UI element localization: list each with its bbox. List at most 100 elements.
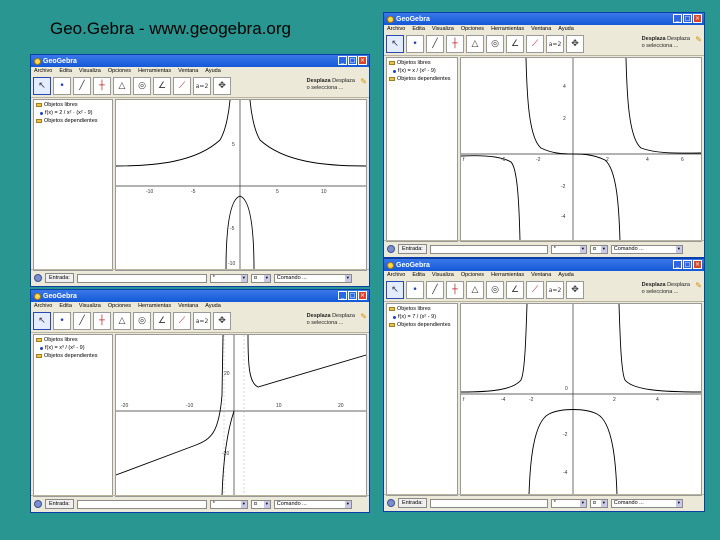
- menu-opciones[interactable]: Opciones: [108, 68, 131, 74]
- graphics-view[interactable]: f -6 -2 2 4 6 4 2 -2 -4: [460, 57, 702, 242]
- menu-visualiza[interactable]: Visualiza: [79, 68, 101, 74]
- symbol-select[interactable]: * ▼: [209, 499, 248, 509]
- move-view-tool-icon[interactable]: ✥: [213, 312, 231, 330]
- menu-ayuda[interactable]: Ayuda: [558, 272, 574, 278]
- input-field[interactable]: [429, 244, 548, 254]
- command-select[interactable]: Comando ... ▼: [610, 498, 683, 508]
- command-select[interactable]: Comando ... ▼: [273, 273, 352, 283]
- maximize-button[interactable]: □: [683, 14, 692, 23]
- menu-visualiza[interactable]: Visualiza: [432, 272, 454, 278]
- angle-tool-icon[interactable]: ∠: [506, 35, 524, 53]
- title-bar[interactable]: GeoGebra _ □ ×: [31, 290, 369, 302]
- pointer-tool-icon[interactable]: ↖: [33, 77, 51, 95]
- point-tool-icon[interactable]: •: [53, 77, 71, 95]
- polygon-tool-icon[interactable]: △: [113, 77, 131, 95]
- dependent-objects-folder[interactable]: Objetos dependientes: [36, 353, 110, 359]
- function-row[interactable]: f(x) = x³ / (x² - 9): [36, 345, 110, 351]
- perpendicular-tool-icon[interactable]: ┼: [93, 77, 111, 95]
- command-select[interactable]: Comando ... ▼: [273, 499, 352, 509]
- polygon-tool-icon[interactable]: △: [466, 35, 484, 53]
- command-select[interactable]: Comando ... ▼: [610, 244, 683, 254]
- slider-tool-icon[interactable]: a=2: [193, 312, 211, 330]
- help-icon[interactable]: ✎: [695, 35, 702, 44]
- free-objects-folder[interactable]: Objetos libres: [389, 306, 455, 312]
- line-tool-icon[interactable]: ╱: [73, 312, 91, 330]
- angle-tool-icon[interactable]: ∠: [153, 312, 171, 330]
- dependent-objects-folder[interactable]: Objetos dependientes: [389, 76, 455, 82]
- pointer-tool-icon[interactable]: ↖: [33, 312, 51, 330]
- menu-herramientas[interactable]: Herramientas: [491, 26, 524, 32]
- point-tool-icon[interactable]: •: [406, 281, 424, 299]
- menu-herramientas[interactable]: Herramientas: [138, 303, 171, 309]
- minimize-button[interactable]: _: [673, 260, 682, 269]
- free-objects-folder[interactable]: Objetos libres: [36, 337, 110, 343]
- perpendicular-tool-icon[interactable]: ┼: [93, 312, 111, 330]
- slider-tool-icon[interactable]: a=2: [193, 77, 211, 95]
- move-view-tool-icon[interactable]: ✥: [566, 281, 584, 299]
- function-row[interactable]: f(x) = 2 / x² · (x² - 9): [36, 110, 110, 116]
- menu-archivo[interactable]: Archivo: [387, 272, 405, 278]
- maximize-button[interactable]: □: [348, 291, 357, 300]
- reflect-tool-icon[interactable]: ⟋: [173, 77, 191, 95]
- menu-opciones[interactable]: Opciones: [108, 303, 131, 309]
- help-icon[interactable]: ✎: [360, 312, 367, 321]
- menu-visualiza[interactable]: Visualiza: [79, 303, 101, 309]
- title-bar[interactable]: GeoGebra _ □ ×: [384, 13, 704, 25]
- circle-tool-icon[interactable]: ◎: [133, 312, 151, 330]
- entry-button[interactable]: Entrada:: [398, 244, 427, 254]
- visibility-dot-icon[interactable]: [393, 315, 396, 319]
- perpendicular-tool-icon[interactable]: ┼: [446, 281, 464, 299]
- title-bar[interactable]: GeoGebra _ □ ×: [384, 259, 704, 271]
- minimize-button[interactable]: _: [338, 56, 347, 65]
- help-icon[interactable]: ✎: [695, 281, 702, 290]
- menu-ventana[interactable]: Ventana: [178, 303, 198, 309]
- maximize-button[interactable]: □: [348, 56, 357, 65]
- line-tool-icon[interactable]: ╱: [426, 281, 444, 299]
- slider-tool-icon[interactable]: a=2: [546, 35, 564, 53]
- polygon-tool-icon[interactable]: △: [113, 312, 131, 330]
- menu-edita[interactable]: Edita: [59, 303, 72, 309]
- greek-select[interactable]: α ▼: [589, 498, 608, 508]
- symbol-select[interactable]: * ▼: [550, 498, 587, 508]
- menu-ventana[interactable]: Ventana: [178, 68, 198, 74]
- greek-select[interactable]: α ▼: [589, 244, 608, 254]
- move-view-tool-icon[interactable]: ✥: [213, 77, 231, 95]
- menu-visualiza[interactable]: Visualiza: [432, 26, 454, 32]
- free-objects-folder[interactable]: Objetos libres: [389, 60, 455, 66]
- input-field[interactable]: [429, 498, 548, 508]
- visibility-dot-icon[interactable]: [40, 346, 43, 350]
- close-button[interactable]: ×: [693, 14, 702, 23]
- point-tool-icon[interactable]: •: [53, 312, 71, 330]
- maximize-button[interactable]: □: [683, 260, 692, 269]
- menu-ventana[interactable]: Ventana: [531, 272, 551, 278]
- menu-edita[interactable]: Edita: [412, 26, 425, 32]
- greek-select[interactable]: α ▼: [250, 499, 271, 509]
- help-icon[interactable]: ✎: [360, 77, 367, 86]
- dependent-objects-folder[interactable]: Objetos dependientes: [389, 322, 455, 328]
- function-row[interactable]: f(x) = x / (x² - 9): [389, 68, 455, 74]
- pointer-tool-icon[interactable]: ↖: [386, 35, 404, 53]
- title-bar[interactable]: GeoGebra _ □ ×: [31, 55, 369, 67]
- reflect-tool-icon[interactable]: ⟋: [173, 312, 191, 330]
- function-row[interactable]: f(x) = 7 / (x² - 9): [389, 314, 455, 320]
- move-view-tool-icon[interactable]: ✥: [566, 35, 584, 53]
- close-button[interactable]: ×: [693, 260, 702, 269]
- menu-ayuda[interactable]: Ayuda: [558, 26, 574, 32]
- input-field[interactable]: [76, 273, 207, 283]
- dependent-objects-folder[interactable]: Objetos dependientes: [36, 118, 110, 124]
- graphics-view[interactable]: f -4 -2 2 4 0 -2 -4: [460, 303, 702, 496]
- close-button[interactable]: ×: [358, 291, 367, 300]
- menu-opciones[interactable]: Opciones: [461, 272, 484, 278]
- pointer-tool-icon[interactable]: ↖: [386, 281, 404, 299]
- polygon-tool-icon[interactable]: △: [466, 281, 484, 299]
- menu-edita[interactable]: Edita: [412, 272, 425, 278]
- line-tool-icon[interactable]: ╱: [426, 35, 444, 53]
- line-tool-icon[interactable]: ╱: [73, 77, 91, 95]
- reflect-tool-icon[interactable]: ⟋: [526, 281, 544, 299]
- perpendicular-tool-icon[interactable]: ┼: [446, 35, 464, 53]
- graphics-view[interactable]: -20 -10 10 20 20 -20: [115, 334, 367, 497]
- entry-button[interactable]: Entrada:: [45, 273, 74, 283]
- entry-button[interactable]: Entrada:: [45, 499, 74, 509]
- angle-tool-icon[interactable]: ∠: [153, 77, 171, 95]
- minimize-button[interactable]: _: [338, 291, 347, 300]
